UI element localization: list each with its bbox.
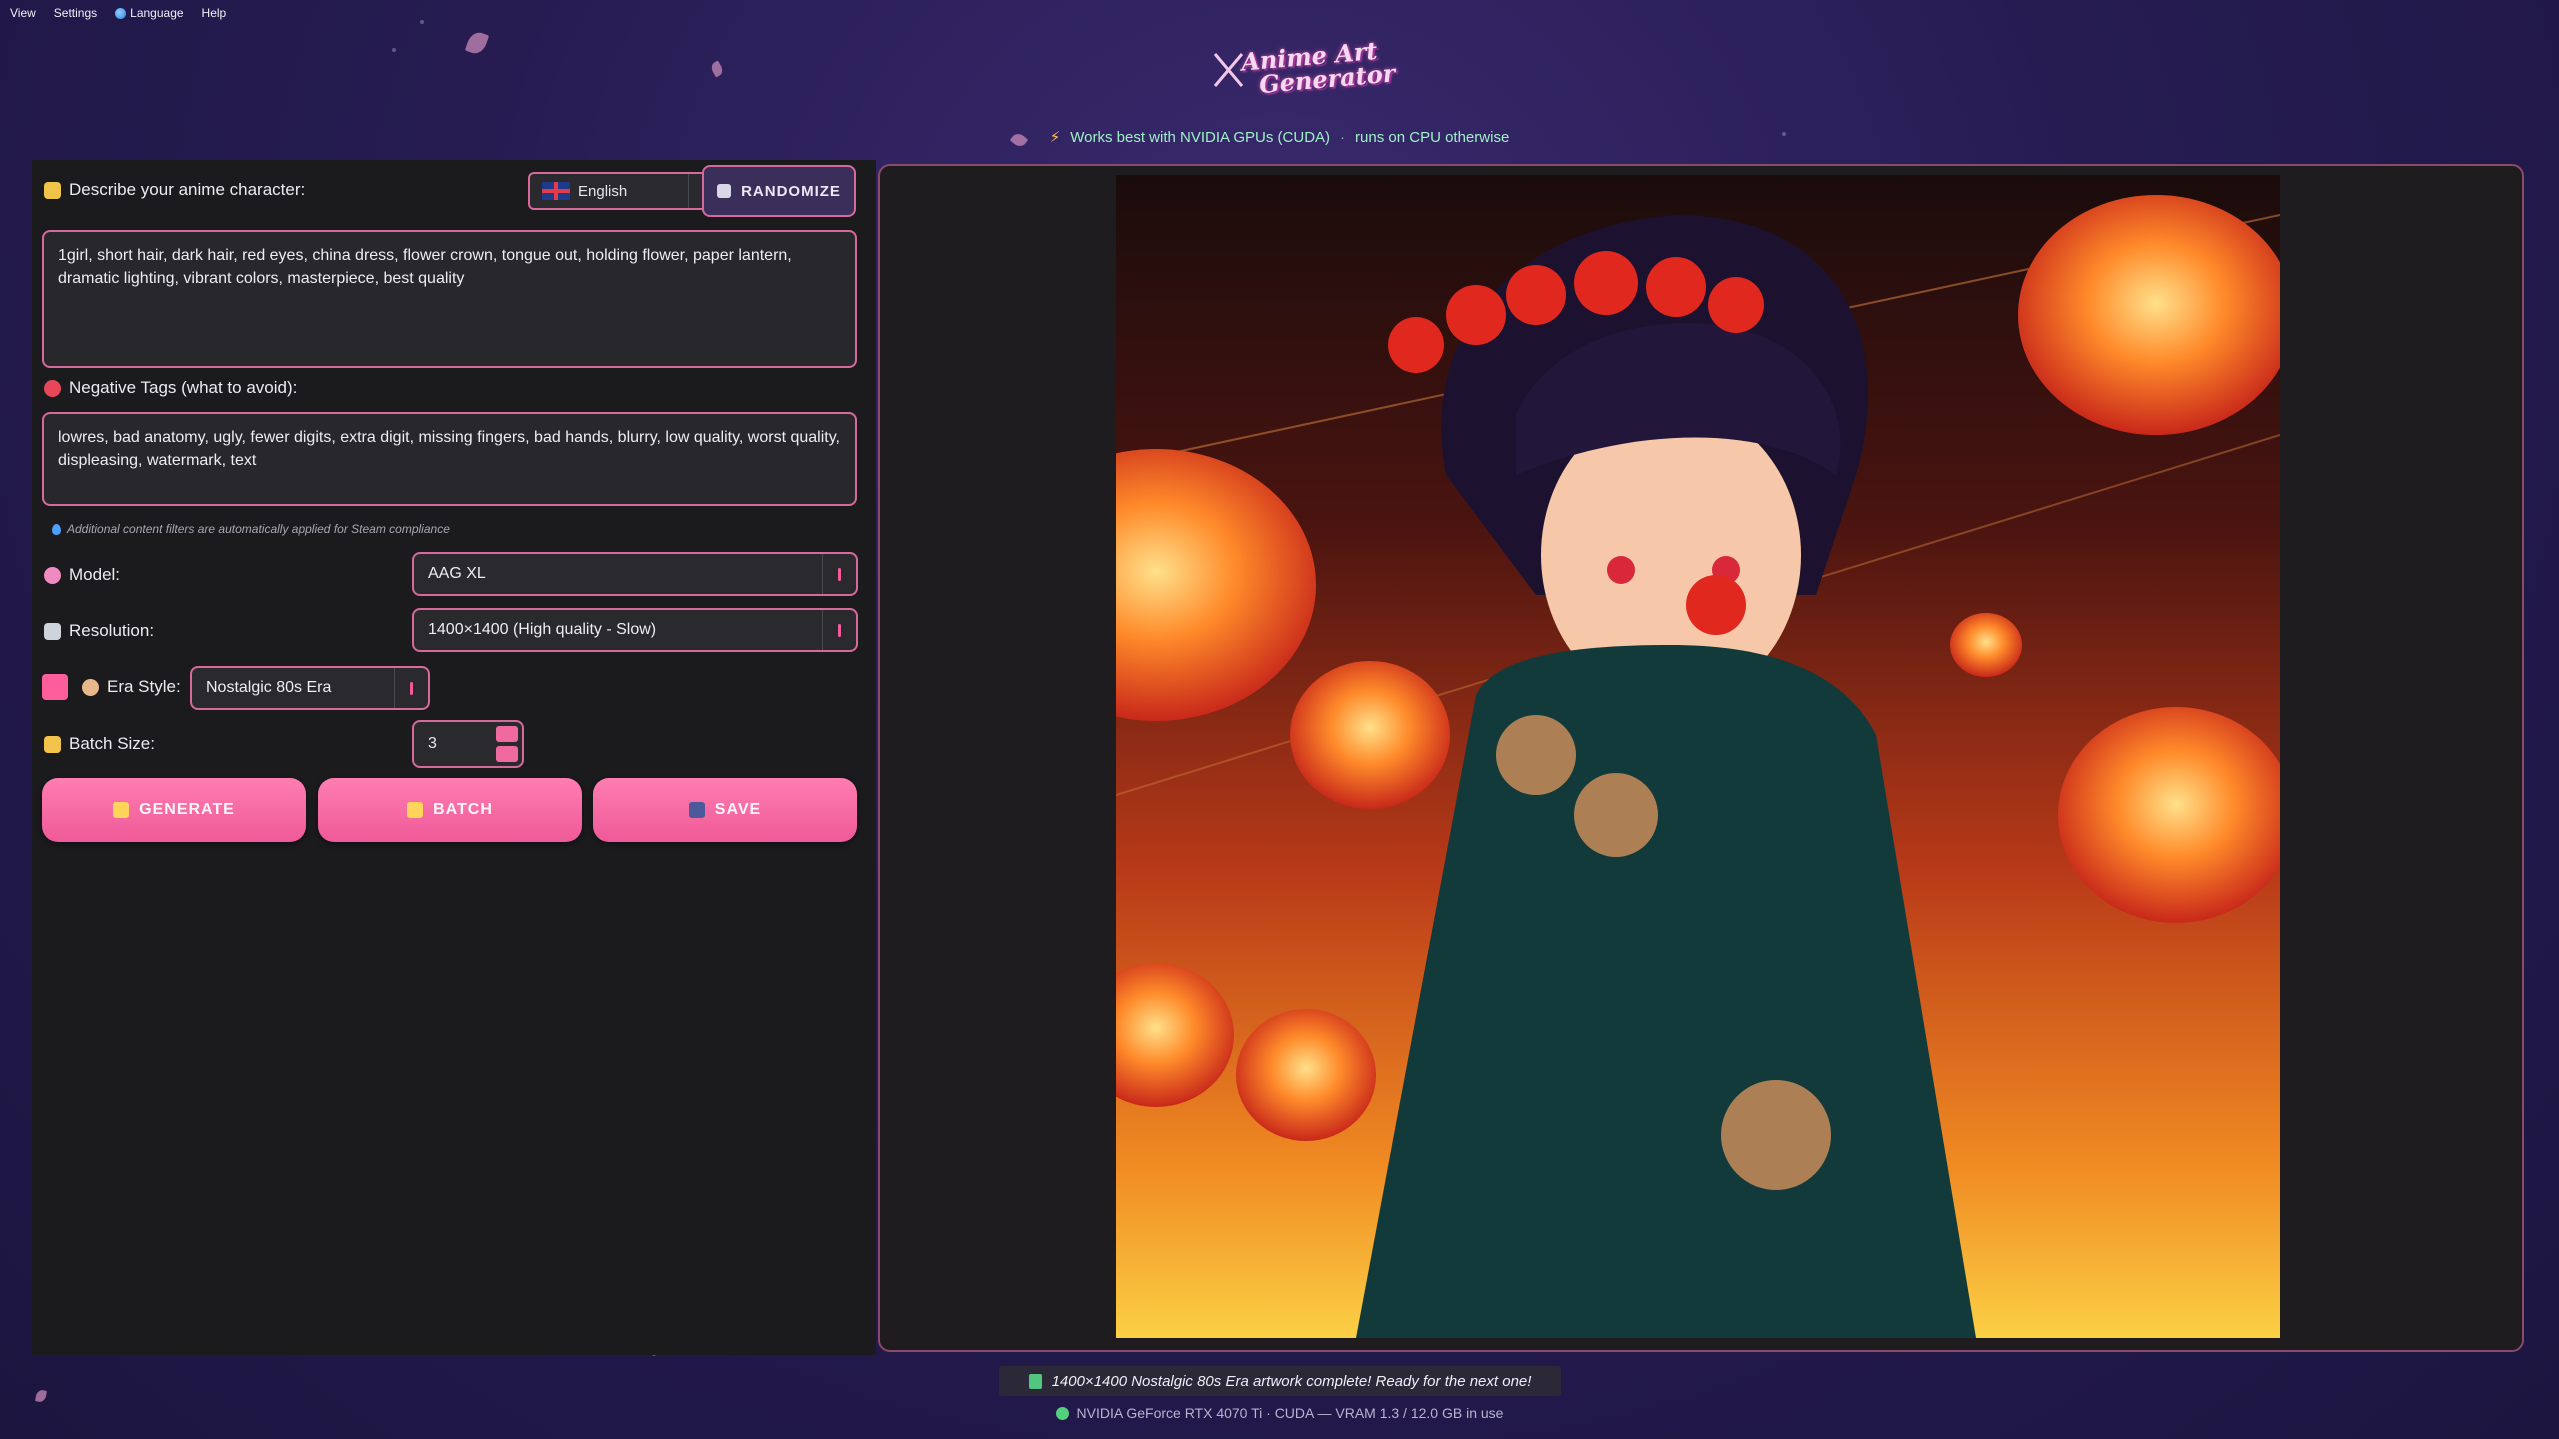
compliance-hint: Additional content filters are automatic… xyxy=(52,522,450,536)
menu-language[interactable]: Language xyxy=(115,4,184,22)
menu-settings[interactable]: Settings xyxy=(54,4,97,22)
dropdown-arrow-icon xyxy=(394,668,428,708)
stepper-down-button[interactable] xyxy=(496,746,518,762)
compliance-hint-text: Additional content filters are automatic… xyxy=(67,522,450,536)
folder-icon xyxy=(407,802,424,818)
dice-icon xyxy=(717,184,732,198)
resolution-label: Resolution: xyxy=(69,621,155,640)
randomize-button[interactable]: RANDOMIZE xyxy=(702,165,856,217)
dropdown-arrow-icon xyxy=(822,554,856,594)
era-color-swatch[interactable] xyxy=(42,674,68,700)
model-label: Model: xyxy=(69,565,121,584)
generate-label: GENERATE xyxy=(139,801,235,818)
notice-secondary: runs on CPU otherwise xyxy=(1355,129,1510,146)
menu-settings-label: Settings xyxy=(53,6,98,20)
generate-button[interactable]: GENERATE xyxy=(42,778,306,842)
ruler-icon xyxy=(44,622,61,640)
resolution-select[interactable]: 1400×1400 (High quality - Slow) xyxy=(412,608,858,652)
notice-separator: · xyxy=(1340,129,1346,146)
brain-icon xyxy=(44,566,61,584)
sparkles-icon xyxy=(44,181,61,199)
menu-language-label: Language xyxy=(130,6,184,20)
gpu-notice: ⚡ Works best with NVIDIA GPUs (CUDA) · runs… xyxy=(0,128,2559,146)
era-label-row: Era Style: xyxy=(82,677,181,697)
app-logo: Anime Art Generator xyxy=(1212,36,1396,102)
status-bar: 1400×1400 Nostalgic 80s Era artwork comp… xyxy=(999,1366,1561,1396)
folder-icon xyxy=(44,735,61,753)
document-icon xyxy=(1028,1373,1042,1389)
palette-icon xyxy=(82,678,99,696)
menu-help[interactable]: Help xyxy=(202,4,227,22)
era-label: Era Style: xyxy=(107,677,181,696)
lightning-icon: ⚡ xyxy=(1049,129,1061,146)
prompt-textarea[interactable]: 1girl, short hair, dark hair, red eyes, … xyxy=(42,230,857,368)
menu-help-label: Help xyxy=(201,6,227,20)
floppy-disk-icon xyxy=(688,802,705,818)
save-label: SAVE xyxy=(714,801,762,818)
no-entry-icon xyxy=(44,379,61,397)
model-select[interactable]: AAG XL xyxy=(412,552,858,596)
era-style-select[interactable]: Nostalgic 80s Era xyxy=(190,666,430,710)
star-decoration xyxy=(420,20,424,24)
logo-text: Anime Art Generator xyxy=(1240,36,1396,99)
negative-textarea[interactable]: lowres, bad anatomy, ugly, fewer digits,… xyxy=(42,412,857,506)
gpu-info: NVIDIA GeForce RTX 4070 Ti · CUDA — VRAM… xyxy=(0,1405,2559,1421)
negative-label: Negative Tags (what to avoid): xyxy=(69,378,298,397)
status-message: 1400×1400 Nostalgic 80s Era artwork comp… xyxy=(1051,1372,1532,1390)
resolution-label-row: Resolution: xyxy=(44,621,154,641)
model-label-row: Model: xyxy=(44,565,120,585)
menu-view-label: View xyxy=(10,6,36,20)
settings-panel: Describe your anime character: English R… xyxy=(32,160,876,1355)
batch-button[interactable]: BATCH xyxy=(318,778,582,842)
batch-label-row: Batch Size: xyxy=(44,734,155,754)
model-select-value: AAG XL xyxy=(428,565,486,582)
batch-size-label: Batch Size: xyxy=(69,734,155,753)
globe-icon xyxy=(115,7,127,19)
status-dot-icon xyxy=(1055,1407,1069,1420)
generated-artwork[interactable] xyxy=(1116,175,2280,1338)
stepper-buttons xyxy=(496,726,518,762)
prompt-label: Describe your anime character: xyxy=(69,180,306,199)
randomize-label: RANDOMIZE xyxy=(741,182,841,200)
artwork-illustration xyxy=(1116,195,2280,1338)
save-button[interactable]: SAVE xyxy=(593,778,857,842)
batch-size-value: 3 xyxy=(428,735,437,752)
language-select-value: English xyxy=(578,182,628,200)
batch-size-stepper[interactable]: 3 xyxy=(412,720,524,768)
gpu-info-text: NVIDIA GeForce RTX 4070 Ti · CUDA — VRAM… xyxy=(1076,1405,1504,1421)
droplet-icon xyxy=(52,523,61,535)
stepper-up-button[interactable] xyxy=(496,726,518,742)
era-select-value: Nostalgic 80s Era xyxy=(206,679,332,696)
star-decoration xyxy=(392,48,396,52)
resolution-select-value: 1400×1400 (High quality - Slow) xyxy=(428,621,657,638)
sparkles-icon xyxy=(113,802,130,818)
negative-label-row: Negative Tags (what to avoid): xyxy=(44,378,297,398)
uk-flag-icon xyxy=(542,182,570,200)
petal-decoration xyxy=(35,1389,47,1403)
dropdown-arrow-icon xyxy=(822,610,856,650)
language-select[interactable]: English xyxy=(528,172,724,210)
petal-decoration xyxy=(464,29,490,57)
notice-primary: Works best with NVIDIA GPUs (CUDA) xyxy=(1070,129,1331,146)
petal-decoration xyxy=(709,60,725,78)
prompt-label-row: Describe your anime character: xyxy=(44,180,305,200)
menu-bar: View Settings Language Help xyxy=(10,4,226,22)
menu-view[interactable]: View xyxy=(10,4,36,22)
batch-label: BATCH xyxy=(433,801,493,818)
